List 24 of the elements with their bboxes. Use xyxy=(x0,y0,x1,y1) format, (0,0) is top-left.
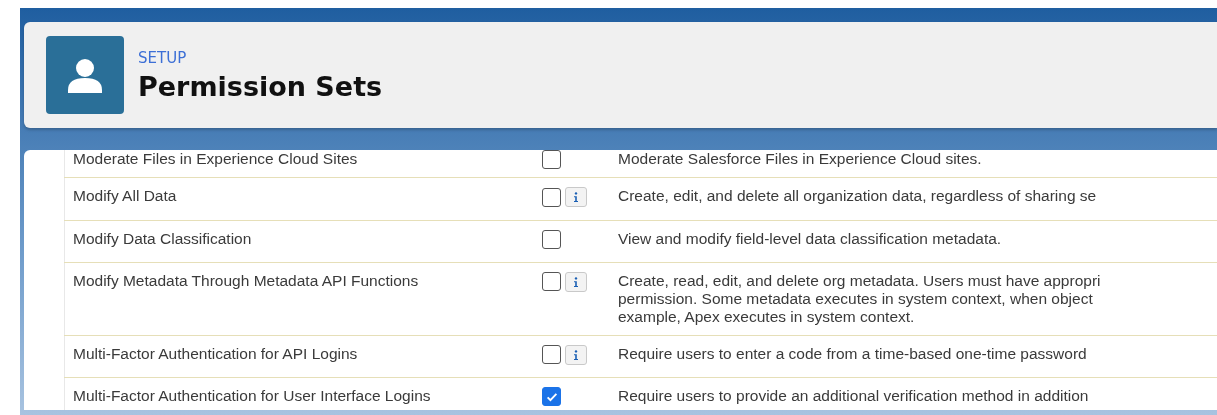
permission-description: View and modify field-level data classification metadata. xyxy=(618,229,1002,247)
checkbox[interactable] xyxy=(542,272,561,291)
checkbox[interactable] xyxy=(542,345,561,364)
permission-name: Moderate Files in Experience Cloud Sites xyxy=(73,150,358,167)
permission-name: Multi-Factor Authentication for User Interface Logins xyxy=(73,387,431,404)
user-icon xyxy=(46,36,124,114)
permission-name: Multi-Factor Authentication for API Logins xyxy=(73,344,358,362)
permission-description: Require users to enter a code from a time-based one-time password xyxy=(618,344,1087,362)
permission-name: Modify Metadata Through Metadata API Functions xyxy=(73,271,419,289)
page-title: Permission Sets xyxy=(138,70,383,102)
permission-description: Create, edit, and delete all organization data, regardless of sharing se xyxy=(618,187,1097,204)
permission-description: Moderate Salesforce Files in Experience Cloud sites. xyxy=(618,150,982,167)
info-icon[interactable] xyxy=(565,271,587,292)
checkbox[interactable] xyxy=(542,387,561,406)
checkbox[interactable] xyxy=(542,229,561,249)
info-icon[interactable] xyxy=(565,187,587,207)
permission-name: Modify Data Classification xyxy=(73,229,252,247)
breadcrumb: SETUP xyxy=(138,48,188,67)
permission-name: Modify All Data xyxy=(73,187,177,204)
permission-description: Require users to provide an additional verification method in addition xyxy=(618,387,1089,404)
checkbox[interactable] xyxy=(542,187,561,207)
info-icon[interactable] xyxy=(565,344,587,365)
permission-description: Create, read, edit, and delete org metadata. Users must have appropri permission. Some metadata executes in system context, when object example, Apex executes in system context. xyxy=(618,271,1101,325)
checkbox[interactable] xyxy=(542,150,561,169)
